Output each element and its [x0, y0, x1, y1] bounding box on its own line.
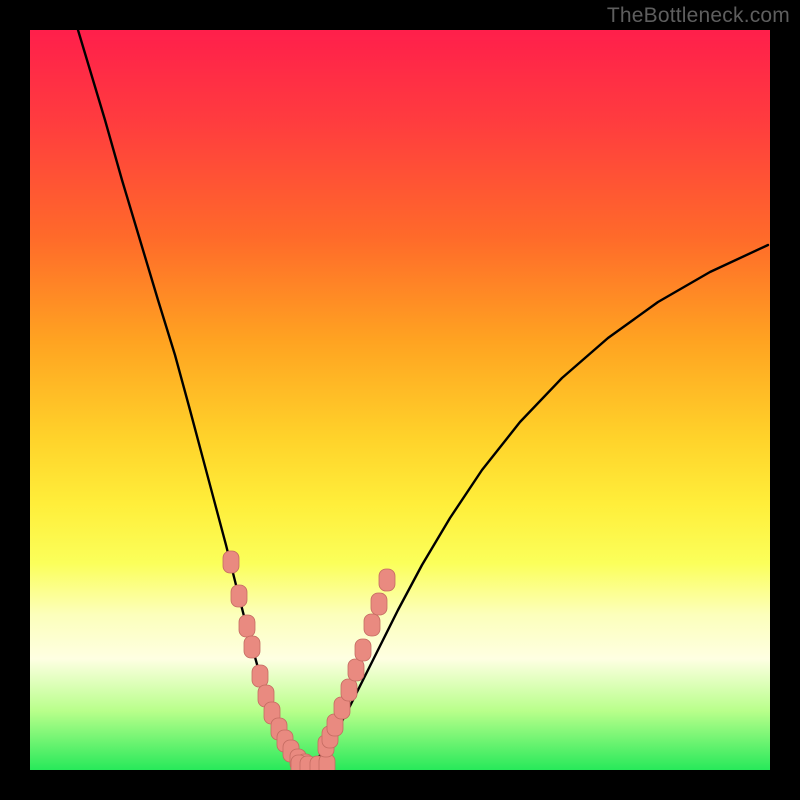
data-marker: [379, 569, 395, 591]
chart-plot-area: [30, 30, 770, 770]
data-marker: [239, 615, 255, 637]
watermark-text: TheBottleneck.com: [607, 4, 790, 28]
right-branch-curve: [305, 245, 768, 767]
chart-frame: TheBottleneck.com: [0, 0, 800, 800]
data-marker: [371, 593, 387, 615]
data-marker: [231, 585, 247, 607]
left-branch-curve: [78, 30, 305, 767]
marker-group: [223, 551, 395, 770]
data-marker: [252, 665, 268, 687]
data-marker: [364, 614, 380, 636]
data-marker: [341, 679, 357, 701]
data-marker: [348, 659, 364, 681]
data-marker: [355, 639, 371, 661]
chart-svg: [30, 30, 770, 770]
data-marker: [244, 636, 260, 658]
data-marker: [223, 551, 239, 573]
